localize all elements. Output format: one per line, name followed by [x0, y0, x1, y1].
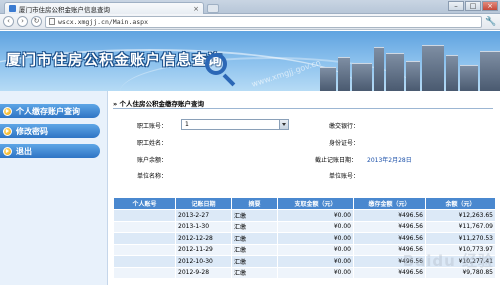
- column-header: 支取金额（元）: [277, 197, 354, 210]
- cell-account: [113, 220, 176, 233]
- account-no-value: 1: [185, 121, 189, 128]
- chevron-down-icon[interactable]: [279, 120, 288, 129]
- wrench-menu-icon[interactable]: 🔧: [485, 16, 497, 28]
- cell-summary: 汇缴: [231, 220, 278, 233]
- account-no-select[interactable]: 1: [181, 119, 289, 130]
- arrow-bullet-icon: [3, 106, 12, 116]
- sidebar-item-account-query[interactable]: 个人缴存账户查询: [0, 104, 100, 118]
- browser-tab-bar: 厦门市住房公积金账户信息查询 × – □ ×: [0, 0, 500, 14]
- cell-withdrawal: ¥0.00: [277, 232, 354, 245]
- cell-deposit: ¥496.56: [353, 209, 426, 222]
- deadline-label: 截止记账日期：: [315, 157, 358, 164]
- browser-toolbar: ‹ › ↻ wscx.xmgjj.cn/Main.aspx 🔧: [0, 14, 500, 30]
- cell-account: [113, 232, 176, 245]
- sidebar-item-change-password[interactable]: 修改密码: [0, 124, 100, 138]
- cell-withdrawal: ¥0.00: [277, 220, 354, 233]
- cell-summary: 汇缴: [231, 243, 278, 256]
- new-tab-button[interactable]: [207, 4, 219, 13]
- sidebar-item-label: 退出: [16, 146, 32, 156]
- address-bar[interactable]: wscx.xmgjj.cn/Main.aspx: [45, 15, 482, 28]
- cell-withdrawal: ¥0.00: [277, 243, 354, 256]
- form-row-unit: 单位名称： 单位账号：: [109, 171, 500, 183]
- tab-close-icon[interactable]: ×: [193, 5, 199, 13]
- name-label: 职工姓名：: [137, 140, 168, 147]
- table-header-row: 个人账号 记账日期 摘要 支取金额（元） 缴存金额（元） 余额（元）: [113, 197, 496, 210]
- cell-account: [113, 243, 176, 256]
- cell-summary: 汇缴: [231, 232, 278, 245]
- arrow-bullet-icon: [3, 126, 12, 136]
- minimize-button[interactable]: –: [448, 1, 464, 11]
- deadline-value: 2013年2月28日: [367, 157, 412, 164]
- main-content: » 个人住房公积金缴存账户查询 职工账号： 1 缴交银行： 职工姓名： 身份证号…: [109, 91, 500, 285]
- left-sidebar: 个人缴存账户查询 修改密码 退出: [0, 91, 108, 285]
- reload-button[interactable]: ↻: [31, 16, 42, 27]
- browser-tab[interactable]: 厦门市住房公积金账户信息查询 ×: [4, 2, 204, 14]
- cell-account: [113, 266, 176, 279]
- forward-button[interactable]: ›: [17, 16, 28, 27]
- column-header: 缴存金额（元）: [353, 197, 426, 210]
- url-text: wscx.xmgjj.cn/Main.aspx: [58, 17, 149, 26]
- cell-deposit: ¥496.56: [353, 220, 426, 233]
- cell-account: [113, 209, 176, 222]
- cell-date: 2012-12-28: [175, 232, 232, 245]
- magnifier-icon: [205, 53, 227, 75]
- cell-account: [113, 255, 176, 268]
- form-row-account: 职工账号： 1 缴交银行：: [109, 119, 500, 133]
- back-button[interactable]: ‹: [3, 16, 14, 27]
- site-title: 厦门市住房公积金账户信息查询: [6, 53, 223, 69]
- arrow-bullet-icon: [3, 146, 12, 156]
- cell-date: 2012-10-30: [175, 255, 232, 268]
- table-row: 2013-2-27 汇缴 ¥0.00 ¥496.56 ¥12,263.65: [113, 209, 496, 222]
- cell-date: 2013-1-30: [175, 220, 232, 233]
- sidebar-item-logout[interactable]: 退出: [0, 144, 100, 158]
- sidebar-item-label: 修改密码: [16, 126, 48, 136]
- window-controls: – □ ×: [448, 1, 498, 11]
- bank-label: 缴交银行：: [329, 123, 360, 130]
- page-favicon-icon: [9, 5, 16, 12]
- unit-no-label: 单位账号：: [329, 173, 360, 180]
- id-no-label: 身份证号：: [329, 140, 360, 147]
- baidu-watermark: Baidu 经验: [402, 252, 494, 270]
- section-divider: [113, 108, 493, 109]
- close-window-button[interactable]: ×: [482, 1, 498, 11]
- unit-name-label: 单位名称：: [137, 173, 168, 180]
- column-header: 摘要: [231, 197, 278, 210]
- cell-date: 2012-9-28: [175, 266, 232, 279]
- cell-withdrawal: ¥0.00: [277, 209, 354, 222]
- cell-date: 2013-2-27: [175, 209, 232, 222]
- maximize-button[interactable]: □: [465, 1, 481, 11]
- cell-summary: 汇缴: [231, 255, 278, 268]
- column-header: 记账日期: [175, 197, 232, 210]
- city-skyline-image: [320, 39, 500, 91]
- cell-summary: 汇缴: [231, 209, 278, 222]
- table-row: 2013-1-30 汇缴 ¥0.00 ¥496.56 ¥11,767.09: [113, 220, 496, 233]
- cell-balance: ¥11,767.09: [425, 220, 496, 233]
- cell-withdrawal: ¥0.00: [277, 266, 354, 279]
- tab-title: 厦门市住房公积金账户信息查询: [19, 5, 110, 14]
- cell-summary: 汇缴: [231, 266, 278, 279]
- cell-deposit: ¥496.56: [353, 232, 426, 245]
- page-icon: [49, 18, 55, 25]
- cell-date: 2012-11-29: [175, 243, 232, 256]
- column-header: 余额（元）: [425, 197, 496, 210]
- sidebar-item-label: 个人缴存账户查询: [16, 106, 80, 116]
- form-row-name: 职工姓名： 身份证号：: [109, 138, 500, 150]
- site-banner: 厦门市住房公积金账户信息查询 www.xmgjj.gov.cn: [0, 31, 500, 91]
- account-no-label: 职工账号：: [137, 123, 168, 130]
- table-row: 2012-12-28 汇缴 ¥0.00 ¥496.56 ¥11,270.53: [113, 232, 496, 245]
- balance-label: 账户余额：: [137, 157, 168, 164]
- cell-withdrawal: ¥0.00: [277, 255, 354, 268]
- cell-balance: ¥11,270.53: [425, 232, 496, 245]
- column-header: 个人账号: [113, 197, 176, 210]
- section-title: » 个人住房公积金缴存账户查询: [113, 100, 204, 108]
- form-row-balance: 账户余额： 截止记账日期： 2013年2月28日: [109, 155, 500, 167]
- cell-balance: ¥12,263.65: [425, 209, 496, 222]
